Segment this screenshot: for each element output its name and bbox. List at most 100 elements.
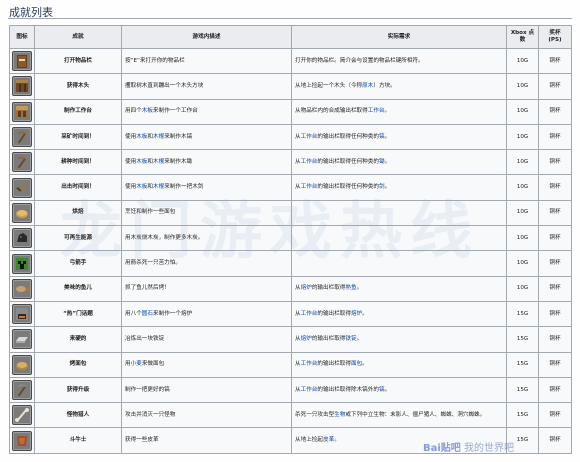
xbox-points: 10G bbox=[506, 225, 539, 252]
wiki-link[interactable]: 生物 bbox=[334, 412, 345, 418]
icon-cell bbox=[9, 199, 35, 227]
text-segment: ）方块。 bbox=[373, 82, 396, 89]
baidu-site: 我的世界吧 bbox=[464, 443, 514, 454]
creeper-icon bbox=[12, 253, 32, 274]
ps-trophy: 铜杯 bbox=[538, 199, 572, 227]
text-segment: 攫取树木直到蹦出一个木头方块 bbox=[125, 82, 204, 89]
table-row: 打开物品栏 按“E”来打开你的物品栏 打开你的物品栏。简介会与设置的物品栏键所相符。… bbox=[9, 47, 572, 75]
table-row: 获得升级 制作一把更好的镐 从工作台的输出栏取得除木镐外的镐。 15G 铜杯 bbox=[9, 376, 572, 404]
icon-cell bbox=[9, 275, 35, 302]
wiki-link[interactable]: 木板 bbox=[136, 134, 147, 140]
wiki-link[interactable]: 工作台 bbox=[301, 311, 318, 317]
text-segment: 攻击并消灭一只怪物 bbox=[125, 411, 176, 418]
ps-trophy: 铜杯 bbox=[538, 326, 572, 353]
achievement-desc: 用小麦来做面包 bbox=[121, 351, 292, 378]
wiki-link[interactable]: 熔炉 bbox=[301, 285, 312, 291]
text-segment: 的输出栏取得任何种类的 bbox=[317, 158, 379, 165]
wiki-link[interactable]: 原木 bbox=[362, 83, 373, 89]
wiki-link[interactable]: 熔炉 bbox=[351, 311, 362, 317]
text-segment: 。 bbox=[362, 361, 368, 368]
icon-cell bbox=[9, 123, 35, 151]
achievement-name: 斗牛士 bbox=[34, 427, 122, 454]
text-segment: 的输出栏取得 bbox=[317, 361, 351, 368]
wiki-link[interactable]: 木棍 bbox=[153, 159, 164, 165]
wiki-link[interactable]: 圆石 bbox=[142, 311, 153, 317]
wiki-link[interactable]: 工作台 bbox=[301, 134, 318, 140]
achievement-req: 从熔炉的输出栏取得铁锭。 bbox=[291, 326, 507, 353]
cooked-fish-icon bbox=[12, 278, 32, 299]
ps-trophy: 铜杯 bbox=[538, 402, 572, 429]
achievement-name: 打开物品栏 bbox=[34, 47, 122, 75]
achievement-req bbox=[291, 225, 507, 252]
xbox-points: 10G bbox=[506, 47, 539, 75]
achievement-req: 从工作台的输出栏取得除木镐外的镐。 bbox=[291, 376, 507, 404]
table-row: 来硬的 冶炼出一块铁锭 从熔炉的输出栏取得铁锭。 15G 铜杯 bbox=[9, 326, 572, 353]
wiki-link[interactable]: 熔炉 bbox=[301, 336, 312, 342]
wiki-link[interactable]: 工作台 bbox=[368, 108, 385, 114]
wiki-link[interactable]: 皮革 bbox=[323, 437, 334, 443]
icon-cell bbox=[9, 98, 35, 125]
wiki-link[interactable]: 木棍 bbox=[153, 134, 164, 140]
wiki-link[interactable]: 小麦 bbox=[131, 361, 142, 367]
achievement-desc: 使用木板和木棍来制作一把木剑 bbox=[121, 174, 292, 201]
xbox-points: 10G bbox=[506, 149, 539, 176]
xbox-points: 10G bbox=[506, 73, 539, 100]
ps-trophy: 铜杯 bbox=[538, 174, 572, 201]
icon-cell bbox=[9, 174, 35, 201]
wiki-link[interactable]: 木板 bbox=[136, 159, 147, 165]
text-segment: 的输出栏取得 bbox=[317, 310, 351, 317]
ps-trophy: 铜杯 bbox=[538, 225, 572, 252]
achievement-desc: 烹饪和制作一些面包 bbox=[121, 199, 292, 227]
text-segment: 来制作一个工作台 bbox=[153, 108, 198, 115]
text-segment: 的输出栏取得除木镐外的 bbox=[317, 386, 379, 393]
xbox-points: 15G bbox=[506, 402, 539, 429]
achievement-name: 怪物猎人 bbox=[34, 402, 122, 429]
ps-trophy: 铜杯 bbox=[538, 351, 572, 378]
icon-cell bbox=[9, 326, 35, 353]
text-segment: 。 bbox=[384, 133, 391, 140]
wiki-link[interactable]: 熟鱼 bbox=[345, 285, 356, 291]
wiki-link[interactable]: 面包 bbox=[351, 361, 362, 367]
achievement-req bbox=[291, 250, 507, 277]
icon-cell bbox=[9, 149, 35, 176]
text-segment: 的输出栏取得任何种类的 bbox=[317, 184, 379, 191]
achievement-req bbox=[291, 199, 507, 227]
wiki-link[interactable]: 工作台 bbox=[301, 159, 318, 165]
ps-trophy: 铜杯 bbox=[538, 149, 572, 176]
wiki-link[interactable]: 木板 bbox=[136, 184, 147, 190]
iron-ingot-icon bbox=[12, 329, 32, 350]
achievement-name: 烤面包 bbox=[34, 351, 122, 378]
text-segment: 使用 bbox=[125, 184, 137, 191]
icon-cell bbox=[9, 300, 35, 328]
table-body: 打开物品栏 按“E”来打开你的物品栏 打开你的物品栏。简介会与设置的物品栏键所相符。… bbox=[9, 47, 572, 454]
wiki-link[interactable]: 工作台 bbox=[301, 387, 318, 393]
achievement-req: 从地上捡起一个木头（今称原木）方块。 bbox=[291, 73, 507, 100]
achievement-desc: 用四个木板来制作一个工作台 bbox=[121, 98, 292, 125]
header-icon: 图标 bbox=[9, 25, 35, 49]
wiki-link[interactable]: 工作台 bbox=[301, 361, 318, 367]
text-segment: 从地上捡起一个木头（今称 bbox=[295, 82, 363, 89]
wiki-link[interactable]: 木棍 bbox=[153, 184, 164, 190]
text-segment: 按“E”来打开你的物品栏 bbox=[125, 57, 185, 64]
wiki-link[interactable]: 铁锭 bbox=[345, 336, 356, 342]
xbox-points: 15G bbox=[506, 326, 539, 353]
wiki-link[interactable]: 木板 bbox=[142, 108, 153, 114]
baidu-watermark: Bai贴吧 我的世界吧 bbox=[423, 439, 514, 454]
achievement-name: 来硬的 bbox=[34, 326, 122, 353]
wiki-link[interactable]: 工作台 bbox=[301, 184, 318, 190]
achievement-desc: 攻击并消灭一只怪物 bbox=[121, 402, 292, 429]
bread-icon bbox=[12, 202, 32, 223]
text-segment: 制作一把更好的镐 bbox=[125, 386, 170, 393]
title-rule bbox=[8, 18, 572, 19]
stone-pickaxe-icon bbox=[12, 380, 32, 400]
achievement-name: 耕种时间到！ bbox=[34, 149, 122, 176]
achievement-req: 从工作台的输出栏取得任何种类的镐。 bbox=[291, 123, 507, 151]
icon-cell bbox=[9, 73, 35, 100]
text-segment: 从地上捡起 bbox=[295, 437, 323, 444]
ps-trophy: 铜杯 bbox=[538, 123, 572, 151]
text-segment: 来制作一把木剑 bbox=[164, 184, 204, 191]
achievement-name: 可再生能源 bbox=[34, 225, 122, 252]
xbox-points: 15G bbox=[506, 376, 539, 404]
table-row: 耕种时间到！ 使用木板和木棍来制作木锄 从工作台的输出栏取得任何种类的锄。 10G 铜杯 bbox=[9, 149, 572, 176]
achievement-desc: 使用木板和木棍来制作木锄 bbox=[121, 149, 292, 176]
